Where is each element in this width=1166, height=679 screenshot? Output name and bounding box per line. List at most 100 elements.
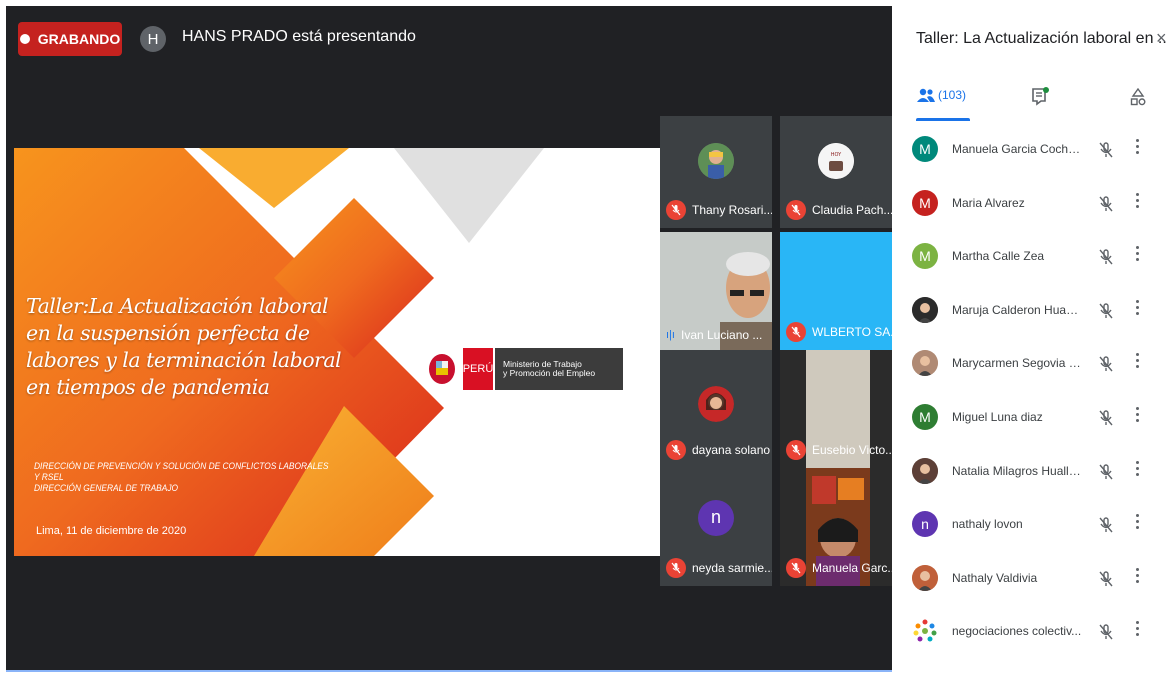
- mic-off-icon[interactable]: [1096, 247, 1116, 272]
- participant-name: Claudia Pach...: [812, 203, 892, 217]
- participant-name: Martha Calle Zea: [952, 249, 1045, 264]
- participant-tile[interactable]: n neyda sarmie...: [660, 468, 772, 586]
- chat-icon: [1032, 87, 1049, 106]
- participant-avatar: M: [912, 189, 938, 216]
- participant-row[interactable]: Marycarmen Segovia Ll...: [892, 338, 1166, 392]
- participant-name: Ivan Luciano ...: [680, 328, 763, 342]
- mic-off-icon: [786, 440, 806, 460]
- meeting-title: Taller: La Actualización laboral en ...: [916, 30, 1166, 47]
- participant-name: Eusebio Victo...: [812, 443, 892, 457]
- participant-avatar: [912, 564, 938, 591]
- mic-off-icon: [786, 322, 806, 342]
- more-options-icon[interactable]: [1136, 139, 1140, 157]
- mic-off-icon: [666, 440, 686, 460]
- participant-avatar: [912, 457, 938, 484]
- participant-row[interactable]: Nathaly Valdivia: [892, 553, 1166, 607]
- mic-off-icon[interactable]: [1096, 140, 1116, 165]
- participant-avatar: M: [912, 243, 938, 270]
- tab-underline: [916, 118, 970, 121]
- participant-photo: [698, 142, 734, 179]
- mic-off-icon: [666, 200, 686, 220]
- participant-photo: [698, 386, 734, 423]
- mic-off-icon[interactable]: [1096, 354, 1116, 379]
- recording-label: GRABANDO: [37, 31, 121, 47]
- participant-name: Marycarmen Segovia Ll...: [952, 356, 1082, 371]
- mic-off-icon: [786, 200, 806, 220]
- svg-text:HOY: HOY: [831, 152, 842, 158]
- slide-title-line: labores y la terminación laboral: [26, 348, 342, 372]
- participant-avatar: M: [912, 136, 938, 162]
- participant-tile[interactable]: Eusebio Victo...: [780, 350, 892, 468]
- more-options-icon[interactable]: [1136, 406, 1140, 425]
- presenter-status: HANS PRADO está presentando: [182, 28, 416, 45]
- slide-department: DIRECCIÓN DE PREVENCIÓN Y SOLUCIÓN DE CO…: [34, 461, 328, 494]
- more-options-icon[interactable]: [1136, 299, 1140, 318]
- slide-dept-line: Y RSEL: [34, 472, 64, 482]
- slide-title-line: en la suspensión perfecta de: [26, 321, 310, 345]
- more-options-icon[interactable]: [1136, 621, 1140, 639]
- slide-date: Lima, 11 de diciembre de 2020: [36, 525, 187, 537]
- participant-name: Manuela Garcia Cochag...: [952, 142, 1082, 156]
- tab-chat[interactable]: [1030, 86, 1050, 111]
- participant-name: neyda sarmie...: [692, 561, 772, 575]
- participant-name: Maria Alvarez: [952, 195, 1025, 210]
- slide-title: Taller:La Actualización laboral en la su…: [26, 293, 366, 401]
- slide-dept-line: DIRECCIÓN DE PREVENCIÓN Y SOLUCIÓN DE CO…: [34, 461, 329, 471]
- participant-name: dayana solano: [692, 443, 771, 457]
- participant-name: nathaly lovon: [952, 517, 1023, 532]
- close-icon[interactable]: ×: [1156, 28, 1166, 49]
- more-options-icon[interactable]: [1136, 192, 1140, 211]
- mic-off-icon[interactable]: [1096, 194, 1116, 219]
- more-options-icon[interactable]: [1136, 514, 1140, 532]
- presentation-slide[interactable]: Taller:La Actualización laboral en la su…: [14, 148, 660, 556]
- participant-name: Maruja Calderon Huam...: [952, 302, 1082, 317]
- bottom-accent-bar: [6, 670, 898, 672]
- participant-avatar: M: [912, 403, 938, 430]
- participant-tile[interactable]: Thany Rosari...: [660, 116, 772, 228]
- participant-row[interactable]: negociaciones colectiv...: [892, 606, 1166, 660]
- participant-row[interactable]: M Maria Alvarez: [892, 178, 1166, 232]
- slide-title-line: Taller:La Actualización laboral: [26, 294, 329, 318]
- recording-dot-icon: [19, 34, 30, 44]
- more-options-icon[interactable]: [1136, 246, 1140, 264]
- participant-list: M Manuela Garcia Cochag... M Maria Alvarez M…: [892, 124, 1166, 660]
- recording-badge: GRABANDO: [18, 22, 122, 56]
- participant-avatar: n: [698, 499, 734, 536]
- mic-off-icon: [666, 558, 686, 578]
- participant-avatar: [912, 350, 938, 377]
- logo-ministry-line: y Promoción del Empleo: [503, 368, 596, 378]
- mic-off-icon[interactable]: [1096, 569, 1116, 594]
- participant-row[interactable]: M Martha Calle Zea: [892, 231, 1166, 285]
- mic-off-icon[interactable]: [1096, 301, 1116, 326]
- mic-off-icon[interactable]: [1096, 622, 1116, 647]
- more-options-icon[interactable]: [1136, 567, 1140, 586]
- tab-people[interactable]: (103): [916, 88, 966, 102]
- mic-off-icon[interactable]: [1096, 515, 1116, 540]
- participant-name: Miguel Luna diaz: [952, 409, 1043, 424]
- peru-seal-icon: [429, 354, 455, 384]
- participant-tile[interactable]: dayana solano: [660, 350, 772, 468]
- participant-row[interactable]: n nathaly lovon: [892, 499, 1166, 553]
- participant-row[interactable]: Natalia Milagros Huallan...: [892, 446, 1166, 500]
- participant-row[interactable]: M Miguel Luna diaz: [892, 392, 1166, 446]
- participant-name: Natalia Milagros Huallan...: [952, 463, 1082, 478]
- more-options-icon[interactable]: [1136, 353, 1140, 371]
- more-options-icon[interactable]: [1136, 460, 1140, 479]
- participant-avatar: [912, 296, 938, 323]
- participant-tile[interactable]: ı|ı Ivan Luciano ...: [660, 232, 772, 350]
- mic-off-icon[interactable]: [1096, 408, 1116, 433]
- participant-avatar: n: [912, 511, 938, 538]
- participant-name: WLBERTO SA...: [812, 325, 892, 339]
- participant-photo: HOY: [818, 142, 854, 179]
- logo-ministry: Ministerio de Trabajo y Promoción del Em…: [495, 348, 623, 390]
- participant-row[interactable]: M Manuela Garcia Cochag...: [892, 124, 1166, 178]
- participant-name: Nathaly Valdivia: [952, 570, 1038, 585]
- tab-activities[interactable]: [1130, 87, 1146, 111]
- mic-off-icon[interactable]: [1096, 462, 1116, 487]
- participant-tile[interactable]: HOY Claudia Pach...: [780, 116, 892, 228]
- speaking-icon: ı|ı: [666, 329, 675, 341]
- participants-panel: Taller: La Actualización laboral en ... …: [892, 6, 1166, 679]
- participant-tile[interactable]: WLBERTO SA...: [780, 232, 892, 350]
- participant-tile[interactable]: Manuela Garc...: [780, 468, 892, 586]
- participant-row[interactable]: Maruja Calderon Huam...: [892, 285, 1166, 339]
